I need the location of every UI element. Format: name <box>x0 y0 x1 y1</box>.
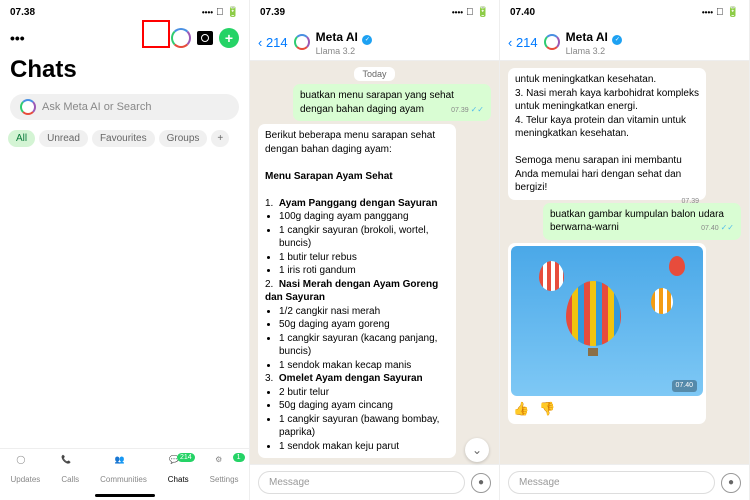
scroll-down-button[interactable]: ⌄ <box>465 438 489 462</box>
pill-unread[interactable]: Unread <box>39 130 88 147</box>
new-chat-button[interactable]: + <box>219 28 239 48</box>
search-input[interactable]: Ask Meta AI or Search <box>10 94 239 120</box>
chat-body[interactable]: untuk meningkatkan kesehatan. 3. Nasi me… <box>500 61 749 464</box>
back-button[interactable]: ‹ 214 <box>508 35 538 50</box>
verified-icon: ✓ <box>612 35 622 45</box>
tab-communities[interactable]: 👥Communities <box>100 455 147 484</box>
status-bar: 07.38 ••••􀙇🔋 <box>0 0 249 24</box>
ai-message[interactable]: untuk meningkatkan kesehatan. 3. Nasi me… <box>508 68 706 200</box>
chat-body[interactable]: Today buatkan menu sarapan yang sehat de… <box>250 61 499 464</box>
page-title: Chats <box>0 52 249 88</box>
user-message[interactable]: buatkan gambar kumpulan balon udara berw… <box>543 203 741 240</box>
message-input[interactable]: Message <box>258 471 465 494</box>
verified-icon: ✓ <box>362 35 372 45</box>
camera-icon[interactable] <box>197 31 213 45</box>
tab-settings[interactable]: ⚙1Settings <box>210 455 239 484</box>
ai-image-message[interactable]: 07.40 👍 👎 <box>508 243 706 425</box>
tab-updates[interactable]: ◯Updates <box>10 455 40 484</box>
pill-all[interactable]: All <box>8 130 35 147</box>
home-indicator <box>95 494 155 497</box>
message-input[interactable]: Message <box>508 471 715 494</box>
chat-title[interactable]: Meta AI ✓ Llama 3.2 <box>566 28 623 56</box>
tab-calls[interactable]: 📞Calls <box>61 455 79 484</box>
chat-title[interactable]: Meta AI ✓ Llama 3.2 <box>316 28 373 56</box>
thumbs-up-icon[interactable]: 👍 <box>513 400 529 418</box>
generated-image[interactable]: 07.40 <box>511 246 703 396</box>
clock: 07.40 <box>510 7 535 18</box>
tab-bar: ◯Updates 📞Calls 👥Communities 💬214Chats ⚙… <box>0 448 249 494</box>
chat-pane-menu: 07.39 ••••􀙇🔋 ‹ 214 Meta AI ✓ Llama 3.2 T… <box>250 0 500 500</box>
mic-button[interactable]: ● <box>471 473 491 493</box>
status-bar: 07.40 ••••􀙇🔋 <box>500 0 749 24</box>
reaction-bar: 👍 👎 <box>511 396 703 422</box>
user-message[interactable]: buatkan menu sarapan yang sehat dengan b… <box>293 84 491 121</box>
more-icon[interactable]: ••• <box>10 30 25 46</box>
filter-pills: All Unread Favourites Groups + <box>0 126 249 151</box>
chats-list-pane: 07.38 ••••􀙇🔋 ••• + Chats Ask Meta AI or … <box>0 0 250 500</box>
pill-groups[interactable]: Groups <box>159 130 208 147</box>
chat-pane-image: 07.40 ••••􀙇🔋 ‹ 214 Meta AI ✓ Llama 3.2 u… <box>500 0 750 500</box>
clock: 07.39 <box>260 7 285 18</box>
status-icons: ••••􀙇🔋 <box>202 7 239 18</box>
back-button[interactable]: ‹ 214 <box>258 35 288 50</box>
meta-ai-icon[interactable] <box>171 28 191 48</box>
clock: 07.38 <box>10 7 35 18</box>
mic-button[interactable]: ● <box>721 473 741 493</box>
highlight-box <box>142 20 170 48</box>
status-bar: 07.39 ••••􀙇🔋 <box>250 0 499 24</box>
day-label: Today <box>354 67 394 81</box>
search-placeholder: Ask Meta AI or Search <box>42 101 151 113</box>
tab-chats[interactable]: 💬214Chats <box>168 455 189 484</box>
avatar-icon[interactable] <box>294 34 310 50</box>
meta-ai-search-icon <box>20 99 36 115</box>
pill-add[interactable]: + <box>211 130 229 147</box>
avatar-icon[interactable] <box>544 34 560 50</box>
ai-message[interactable]: Berikut beberapa menu sarapan sehat deng… <box>258 124 456 458</box>
pill-favourites[interactable]: Favourites <box>92 130 155 147</box>
thumbs-down-icon[interactable]: 👎 <box>539 400 555 418</box>
